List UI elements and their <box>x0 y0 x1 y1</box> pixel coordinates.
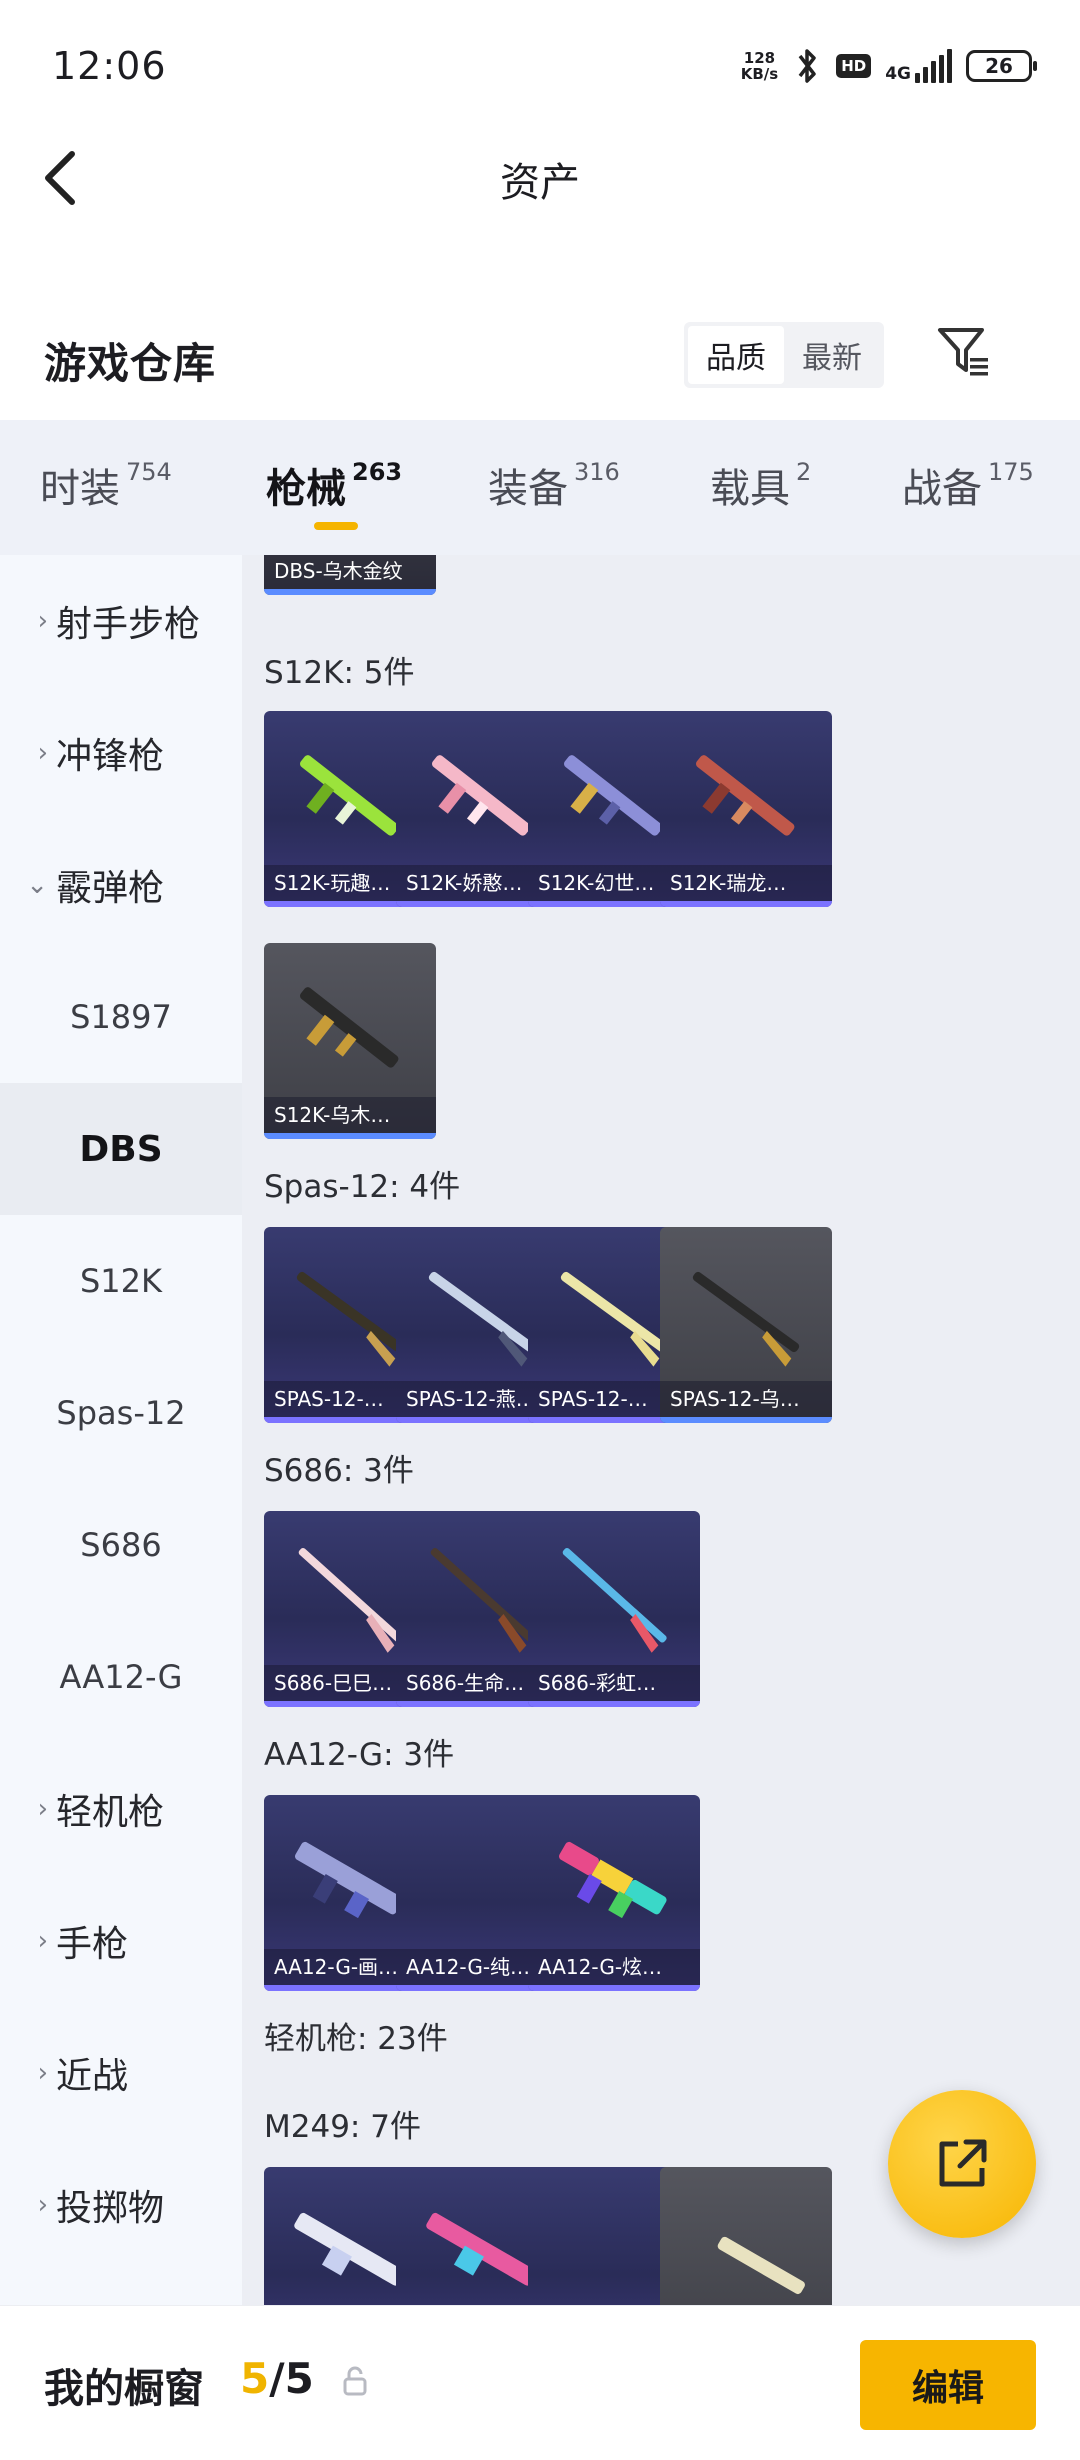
tab-fashion[interactable]: 时装 754 <box>40 456 172 514</box>
item-card[interactable]: S12K-瑞龙… <box>660 711 832 907</box>
tab-vehicles[interactable]: 载具 2 <box>710 456 811 514</box>
showcase-bar: 我的橱窗 5/5 编辑 <box>0 2305 1080 2460</box>
group-label-s12k: S12K: 5件 <box>264 655 415 691</box>
item-name: SPAS-12-乌… <box>660 1381 832 1417</box>
machine-gun-icon <box>717 2236 805 2295</box>
battery-indicator: 26 <box>966 50 1037 82</box>
sidebar-item-smg[interactable]: › 冲锋枪 <box>0 687 242 819</box>
sidebar-subitem-spas12[interactable]: Spas-12 <box>0 1347 242 1479</box>
chevron-right-icon: › <box>37 738 48 768</box>
showcase-current: 5 <box>240 2354 270 2403</box>
shotgun-icon <box>692 1271 800 1367</box>
sidebar-item-throwable[interactable]: › 投掷物 <box>0 2139 242 2271</box>
chevron-right-icon: › <box>37 1926 48 1956</box>
group-label-s686: S686: 3件 <box>264 1453 414 1489</box>
sort-toggle: 品质 最新 <box>684 322 884 388</box>
status-icons: 128 KB/s HD 4G 26 <box>741 44 1037 88</box>
edit-button[interactable]: 编辑 <box>860 2340 1036 2430</box>
external-link-icon <box>939 2139 987 2187</box>
category-tabs: 时装 754 枪械 263 装备 316 载具 2 战备 175 <box>0 420 1080 555</box>
item-name: DBS-乌木金纹 <box>264 555 436 589</box>
sidebar-item-label: 手枪 <box>56 1924 129 1965</box>
item-card[interactable]: AA12-G-炫… <box>528 1795 700 1991</box>
page-title: 资产 <box>500 160 580 206</box>
item-name: S12K-瑞龙… <box>660 865 832 901</box>
sidebar-item-lmg[interactable]: › 轻机枪 <box>0 1743 242 1875</box>
tab-equipment[interactable]: 装备 316 <box>488 456 620 514</box>
sort-latest-button[interactable]: 最新 <box>784 326 880 384</box>
tab-label: 时装 <box>40 466 120 512</box>
chevron-right-icon: › <box>37 1794 48 1824</box>
item-card[interactable] <box>660 2167 832 2305</box>
sidebar-subitem-s686[interactable]: S686 <box>0 1479 242 1611</box>
tab-count: 263 <box>352 458 403 486</box>
tab-label: 战备 <box>902 466 982 512</box>
sidebar-item-label: 冲锋枪 <box>56 736 165 777</box>
sidebar-item-marksman-rifle[interactable]: › 射手步枪 <box>0 555 242 687</box>
rifle-icon <box>696 755 795 836</box>
bluetooth-icon <box>798 49 816 83</box>
sidebar-item-pistol[interactable]: › 手枪 <box>0 1875 242 2007</box>
group-label-aa12g: AA12-G: 3件 <box>264 1737 455 1773</box>
hd-badge: HD <box>836 54 872 78</box>
lock-icon <box>343 2366 367 2396</box>
sidebar-subitem-s1897[interactable]: S1897 <box>0 951 242 1083</box>
item-name: S686-彩虹… <box>528 1665 700 1701</box>
chevron-right-icon: › <box>37 2190 48 2220</box>
sidebar-item-label: 霰弹枪 <box>56 868 165 909</box>
tab-firearms[interactable]: 枪械 263 <box>266 456 402 514</box>
weapon-type-sidebar: › 射手步枪 › 冲锋枪 ⌄ 霰弹枪 S1897 DBS S12K Spas-1… <box>0 555 242 2305</box>
showcase-count: 5/5 <box>240 2354 314 2403</box>
sidebar-subitem-aa12g[interactable]: AA12-G <box>0 1611 242 1743</box>
tab-label: 装备 <box>488 466 568 512</box>
status-time: 12:06 <box>52 44 167 88</box>
active-tab-indicator <box>314 522 358 530</box>
item-card[interactable]: DBS-乌木金纹 <box>264 555 436 595</box>
item-grid: DBS-乌木金纹 S12K: 5件 S12K-玩趣… S12K-娇憨… S12K… <box>242 555 1080 2305</box>
section-title: 游戏仓库 <box>44 339 217 388</box>
net-speed-value: 128 <box>743 49 776 67</box>
tab-label: 载具 <box>710 466 790 512</box>
group-label-m249: M249: 7件 <box>264 2109 421 2145</box>
tab-count: 175 <box>988 458 1034 486</box>
double-barrel-icon <box>562 1548 667 1653</box>
sidebar-item-shotgun[interactable]: ⌄ 霰弹枪 <box>0 819 242 951</box>
tab-supplies[interactable]: 战备 175 <box>902 456 1034 514</box>
tab-label: 枪械 <box>266 466 346 512</box>
group-label-lmg: 轻机枪: 23件 <box>264 2021 448 2057</box>
item-name: AA12-G-炫… <box>528 1949 700 1985</box>
chevron-right-icon: › <box>37 2058 48 2088</box>
group-label-spas12: Spas-12: 4件 <box>264 1169 461 1205</box>
tab-count: 316 <box>574 458 620 486</box>
tab-count: 2 <box>796 458 812 486</box>
assault-shotgun-icon <box>559 1841 667 1919</box>
sidebar-subitem-dbs[interactable]: DBS <box>0 1083 242 1215</box>
network-type: 4G <box>885 64 911 84</box>
tab-count: 754 <box>126 458 172 486</box>
item-card[interactable]: SPAS-12-乌… <box>660 1227 832 1423</box>
share-fab-button[interactable] <box>888 2090 1036 2238</box>
sidebar-subitem-s12k[interactable]: S12K <box>0 1215 242 1347</box>
item-card[interactable]: S12K-乌木… <box>264 943 436 1139</box>
net-speed-unit: KB/s <box>740 65 779 83</box>
signal-indicator: 4G <box>885 49 952 83</box>
signal-bars-icon <box>915 49 952 83</box>
chevron-down-icon: ⌄ <box>26 870 48 900</box>
chevron-right-icon: › <box>37 606 48 636</box>
rifle-icon <box>300 987 399 1068</box>
showcase-label: 我的橱窗 <box>44 2366 204 2412</box>
filter-icon[interactable] <box>936 324 992 380</box>
sort-quality-button[interactable]: 品质 <box>688 326 784 384</box>
showcase-total: /5 <box>269 2354 314 2403</box>
sidebar-item-label: 投掷物 <box>56 2188 165 2229</box>
item-name: S12K-乌木… <box>264 1097 436 1133</box>
item-card[interactable]: S686-彩虹… <box>528 1511 700 1707</box>
sidebar-item-label: 近战 <box>56 2056 129 2097</box>
sidebar-item-label: 射手步枪 <box>56 604 201 645</box>
status-bar: 12:06 128 KB/s HD 4G 26 <box>0 0 1080 130</box>
net-speed: 128 KB/s <box>741 50 778 82</box>
sidebar-item-label: 轻机枪 <box>56 1792 165 1833</box>
sidebar-item-melee[interactable]: › 近战 <box>0 2007 242 2139</box>
